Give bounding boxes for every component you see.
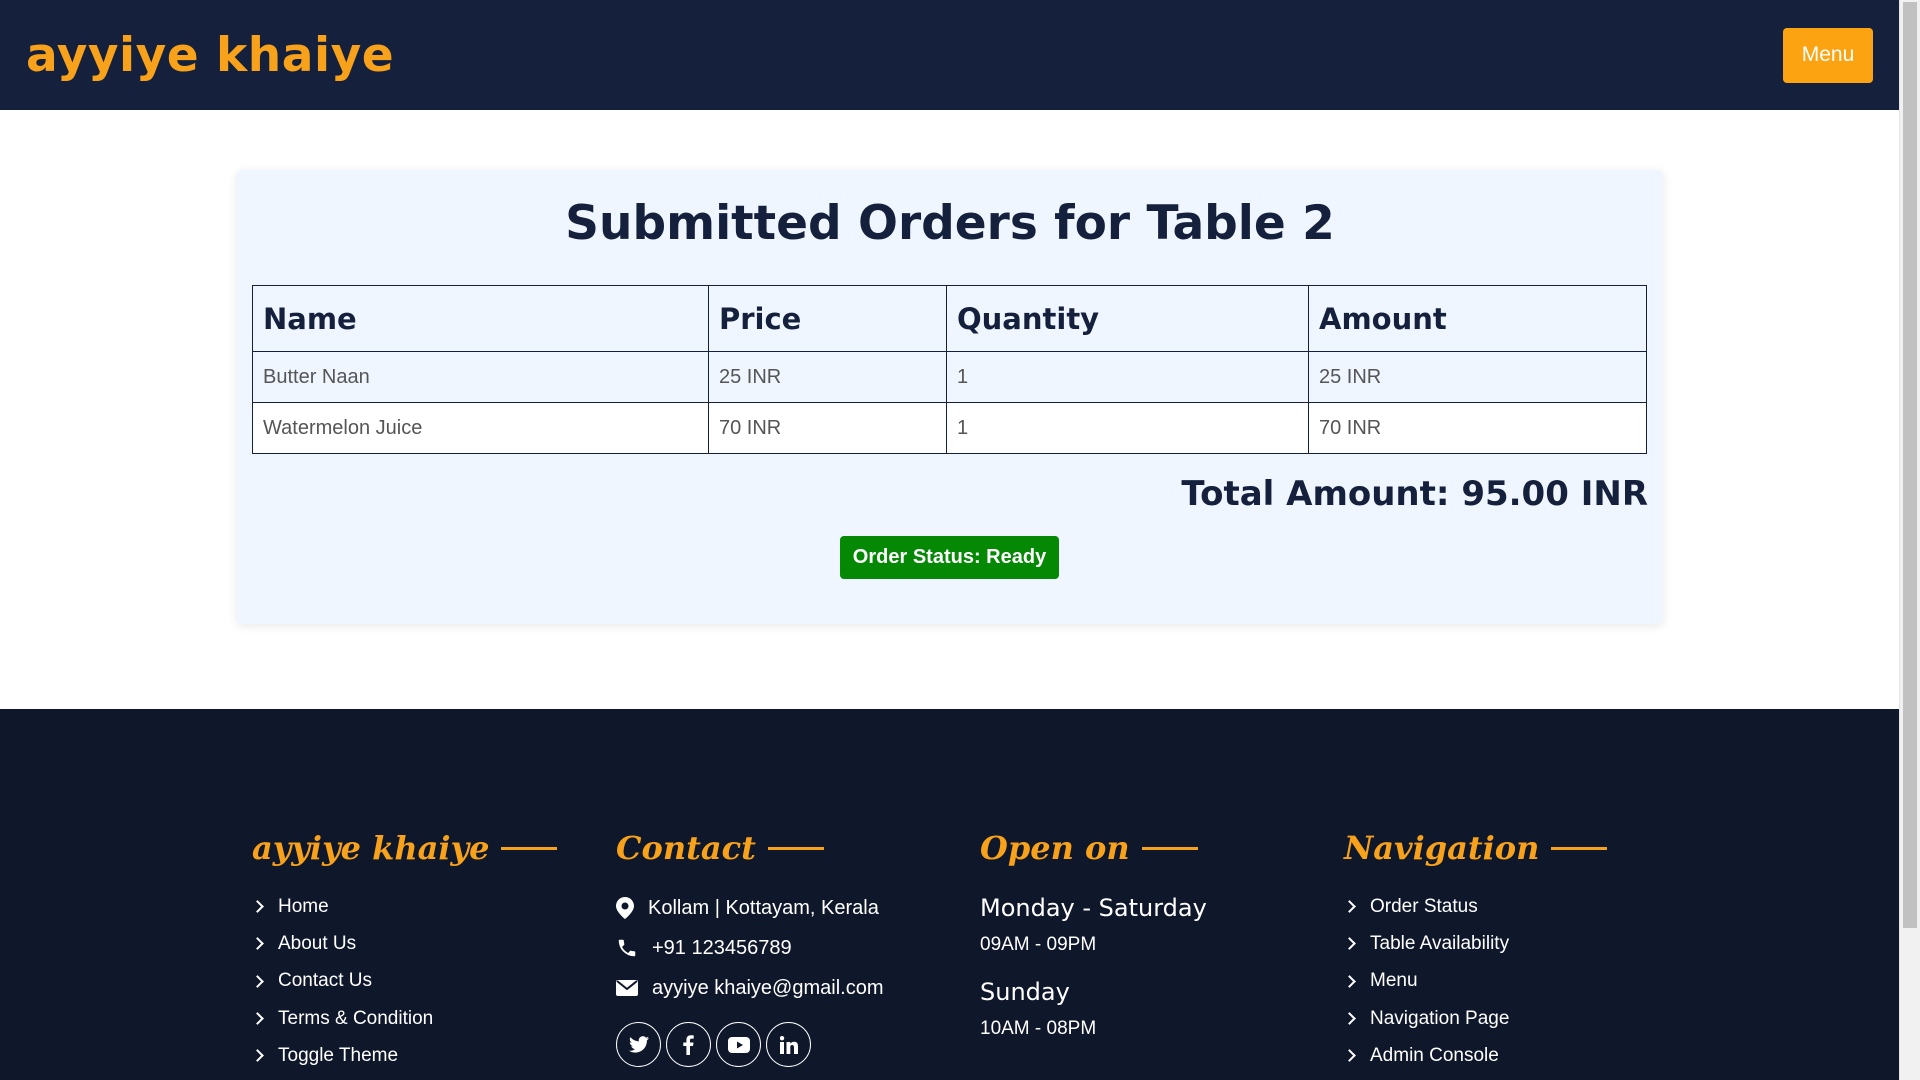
chevron-right-icon [1343,937,1356,951]
facebook-icon[interactable] [666,1022,711,1067]
footer-link-navigation-page[interactable]: Navigation Page [1343,1000,1607,1037]
contact-email: ayyiye khaiye@gmail.com [616,968,884,1008]
link-label: Navigation Page [1370,1007,1510,1029]
brand-logo[interactable]: ayyiye khaiye [26,28,394,83]
page-title: Submitted Orders for Table 2 [565,196,1335,251]
footer-link-menu[interactable]: Menu [1343,963,1607,1000]
footer-hours-column: Open on Monday - Saturday 09AM - 09PM Su… [980,828,1207,1040]
link-label: Menu [1370,970,1418,992]
contact-phone-text: +91 123456789 [652,936,792,959]
heading-underline [501,846,558,850]
table-row: Watermelon Juice 70 INR 1 70 INR [252,402,1647,454]
heading-underline [767,846,824,850]
contact-list: Kollam | Kottayam, Kerala +91 123456789 … [616,888,884,1008]
linkedin-icon[interactable] [766,1022,811,1067]
contact-phone: +91 123456789 [616,928,884,968]
cell-name: Watermelon Juice [252,402,709,454]
chevron-right-icon [1343,974,1356,988]
column-header-amount: Amount [1308,285,1647,352]
location-pin-icon [616,897,634,919]
vertical-scrollbar[interactable] [1899,0,1920,1080]
link-label: Table Availability [1370,932,1510,954]
link-label: Admin Console [1370,1044,1499,1066]
hours-day-weekdays: Monday - Saturday [980,894,1207,922]
footer-link-contact-us[interactable]: Contact Us [251,963,557,1000]
chevron-right-icon [1343,1049,1356,1063]
heading-underline [1141,846,1198,850]
top-navbar: ayyiye khaiye Menu [0,0,1899,110]
link-label: Order Status [1370,895,1478,917]
youtube-icon[interactable] [716,1022,761,1067]
footer-contact-column: Contact Kollam | Kottayam, Kerala +91 12… [616,828,884,1067]
footer-link-home[interactable]: Home [251,888,557,925]
chevron-right-icon [251,900,264,914]
footer-contact-heading: Contact [616,828,884,868]
chevron-right-icon [1343,900,1356,914]
heading-underline [1551,846,1608,850]
footer-brand-heading-text: ayyiye khaiye [252,829,490,867]
cell-amount: 70 INR [1308,402,1647,454]
hours-time-sunday: 10AM - 08PM [980,1018,1097,1039]
footer-nav-links: Order Status Table Availability Menu Nav… [1343,888,1607,1074]
footer-link-toggle-theme[interactable]: Toggle Theme [251,1037,557,1074]
link-label: Toggle Theme [278,1044,399,1066]
envelope-icon [616,980,638,996]
chevron-right-icon [1343,1012,1356,1025]
contact-address: Kollam | Kottayam, Kerala [616,888,884,928]
contact-address-text: Kollam | Kottayam, Kerala [648,896,879,919]
footer-nav-column: Navigation Order Status Table Availabili… [1343,828,1608,1074]
chevron-right-icon [251,937,264,951]
footer-link-about-us[interactable]: About Us [251,925,557,962]
footer-link-admin-console[interactable]: Admin Console [1343,1037,1607,1074]
cell-quantity: 1 [946,402,1309,454]
orders-table: Name Price Quantity Amount Butter Naan 2… [252,285,1647,454]
social-links [616,1022,884,1067]
footer-hours-heading: Open on [980,828,1207,868]
footer-link-terms[interactable]: Terms & Condition [251,1000,557,1037]
footer-hours-heading-text: Open on [980,829,1130,867]
chevron-right-icon [251,1049,264,1063]
footer-brand-links: Home About Us Contact Us Terms & Conditi… [251,888,557,1074]
orders-card: Submitted Orders for Table 2 Name Price … [237,170,1663,624]
total-amount: Total Amount: 95.00 INR [1181,474,1648,514]
link-label: Home [278,895,329,917]
link-label: About Us [278,932,357,954]
footer-link-table-availability[interactable]: Table Availability [1343,925,1607,962]
menu-button[interactable]: Menu [1783,27,1873,83]
footer-nav-heading-text: Navigation [1344,829,1540,867]
cell-price: 70 INR [708,402,947,454]
chevron-right-icon [251,974,264,988]
chevron-right-icon [251,1012,264,1025]
hours-time-weekdays: 09AM - 09PM [980,934,1097,955]
contact-email-text: ayyiye khaiye@gmail.com [652,976,884,999]
link-label: Contact Us [278,970,372,992]
cell-price: 25 INR [708,351,947,403]
page: ayyiye khaiye Menu Submitted Orders for … [0,0,1920,1080]
scrollbar-thumb[interactable] [1903,2,1917,928]
footer-link-order-status[interactable]: Order Status [1343,888,1607,925]
footer: ayyiye khaiye Home About Us Contact Us T… [0,709,1899,1080]
cell-amount: 25 INR [1308,351,1647,403]
cell-name: Butter Naan [252,351,709,403]
table-row: Butter Naan 25 INR 1 25 INR [252,351,1647,403]
twitter-icon[interactable] [616,1022,661,1067]
hours-day-sunday: Sunday [980,978,1070,1006]
column-header-name: Name [252,285,709,352]
footer-nav-heading: Navigation [1344,828,1608,868]
phone-icon [618,939,636,957]
column-header-price: Price [708,285,947,352]
order-status-badge: Order Status: Ready [840,536,1059,579]
link-label: Terms & Condition [278,1007,434,1029]
cell-quantity: 1 [946,351,1309,403]
footer-brand-heading: ayyiye khaiye [252,828,558,868]
table-header-row: Name Price Quantity Amount [252,285,1647,352]
footer-contact-heading-text: Contact [616,829,756,867]
footer-brand-column: ayyiye khaiye Home About Us Contact Us T… [251,828,558,1074]
column-header-quantity: Quantity [946,285,1309,352]
